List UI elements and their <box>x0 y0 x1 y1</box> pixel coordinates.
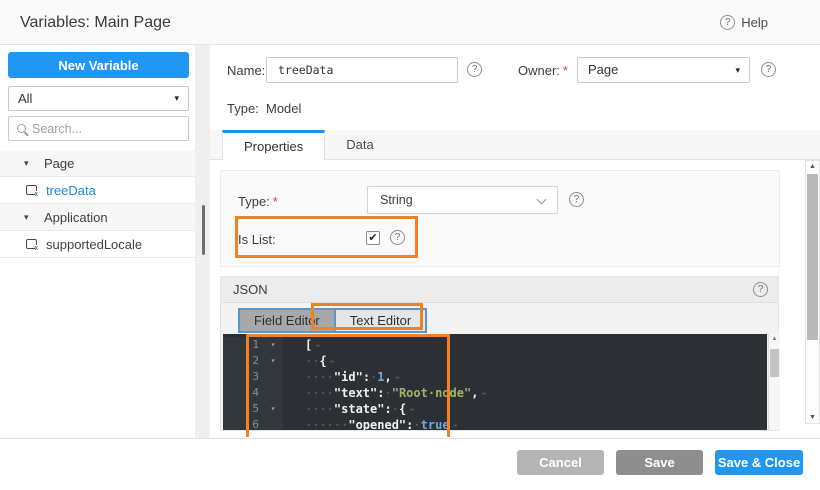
collapse-arrow-icon: ▾ <box>24 212 44 223</box>
variable-detail-pane: Name:* ? Owner:* Page ▾ ? Type: Model Pr… <box>210 45 820 438</box>
json-code-editor[interactable]: 1▾[-2▾··{-3····"id":·1,-4····"text":·"Ro… <box>223 334 767 430</box>
scroll-down-icon[interactable]: ▼ <box>806 414 819 421</box>
code-line-5[interactable]: 5▾····"state":·{- <box>223 401 767 417</box>
type-select-value: String <box>380 193 413 207</box>
code-line-2[interactable]: 2▾··{- <box>223 353 767 369</box>
properties-panel: Type:* String ? Is List: ✔ ? <box>220 170 780 267</box>
variable-icon <box>26 185 37 195</box>
title-bar: Variables: Main Page ? Help <box>0 0 820 45</box>
main-scrollbar-thumb[interactable] <box>807 174 818 340</box>
code-line-3[interactable]: 3 ····"id":·1,- <box>223 369 767 385</box>
code-line-6[interactable]: 6 ······"opened":·true- <box>223 417 767 430</box>
type-help-icon[interactable]: ? <box>569 192 584 207</box>
caret-down-icon: ▾ <box>735 58 740 82</box>
field-editor-button[interactable]: Field Editor <box>238 308 336 333</box>
line-number: 4 <box>223 385 263 401</box>
code-line-1[interactable]: 1▾[- <box>223 337 767 353</box>
type-label: Type: <box>227 101 259 116</box>
save-button[interactable]: Save <box>616 450 703 475</box>
line-number: 6 <box>223 417 263 430</box>
main-scrollbar[interactable]: ▲ ▼ <box>805 160 820 424</box>
owner-select-value: Page <box>588 62 618 77</box>
code-text: ····"state":·{- <box>283 402 415 416</box>
line-number: 1 <box>223 337 263 353</box>
required-marker: * <box>273 194 278 209</box>
line-number: 3 <box>223 369 263 385</box>
editor-scrollbar-thumb[interactable] <box>770 349 779 377</box>
collapse-arrow-icon: ▾ <box>24 158 44 169</box>
page-title: Variables: Main Page <box>20 0 171 45</box>
tree-item-label: treeData <box>46 183 96 198</box>
search-input[interactable] <box>32 122 193 136</box>
editor-mode-buttons: Field EditorText Editor <box>238 308 427 333</box>
code-text: ····"text":·"Root·node",- <box>283 386 488 400</box>
code-text: [- <box>283 338 321 352</box>
scroll-up-icon[interactable]: ▲ <box>806 163 819 170</box>
name-input[interactable] <box>266 57 458 83</box>
text-editor-button[interactable]: Text Editor <box>334 308 427 333</box>
search-icon <box>17 124 26 133</box>
search-box <box>8 116 189 141</box>
editor-scroll-up-icon[interactable]: ▲ <box>769 336 780 342</box>
code-text: ····"id":·1,- <box>283 370 401 384</box>
fold-spacer <box>263 417 283 430</box>
fold-spacer <box>263 385 283 401</box>
json-panel-header: JSON ? <box>221 277 778 303</box>
properties-scroll-area: Type:* String ? Is List: ✔ ? JSON ? Fiel… <box>210 160 820 438</box>
caret-down-icon: ▾ <box>174 87 179 110</box>
tree-item-label: supportedLocale <box>46 237 142 252</box>
tab-bar: PropertiesData <box>210 130 820 160</box>
owner-select[interactable]: Page ▾ <box>577 57 750 83</box>
type-select[interactable]: String <box>367 186 558 214</box>
code-text: ··{- <box>283 354 336 368</box>
tab-data[interactable]: Data <box>325 130 394 159</box>
variable-tree: ▾PagetreeData▾ApplicationsupportedLocale <box>0 150 195 258</box>
variables-dialog: Variables: Main Page ? Help New Variable… <box>0 0 820 490</box>
name-help-icon[interactable]: ? <box>467 62 482 77</box>
is-list-checkbox[interactable]: ✔ <box>366 231 380 245</box>
tree-item-label: Application <box>44 210 108 225</box>
owner-label: Owner:* <box>518 63 568 78</box>
tab-properties[interactable]: Properties <box>222 130 325 160</box>
is-list-help-icon[interactable]: ? <box>390 230 405 245</box>
tree-item-label: Page <box>44 156 74 171</box>
save-close-button[interactable]: Save & Close <box>715 450 803 475</box>
json-panel: JSON ? Field EditorText Editor 1▾[-2▾··{… <box>220 276 779 431</box>
chevron-down-icon <box>537 195 547 205</box>
footer-bar: Cancel Save Save & Close <box>0 438 820 490</box>
tree-variable-supportedlocale[interactable]: supportedLocale <box>0 231 195 258</box>
code-text: ······"opened":·true- <box>283 418 459 430</box>
json-panel-title: JSON <box>233 277 268 303</box>
is-list-label: Is List: <box>238 232 276 247</box>
property-type-label: Type:* <box>238 194 278 209</box>
tree-group-application[interactable]: ▾Application <box>0 204 195 231</box>
fold-arrow-icon[interactable]: ▾ <box>263 337 283 353</box>
required-marker: * <box>563 63 568 78</box>
filter-dropdown[interactable]: All ▾ <box>8 86 189 111</box>
help-button[interactable]: ? Help <box>720 15 768 30</box>
line-number: 5 <box>223 401 263 417</box>
line-number: 2 <box>223 353 263 369</box>
cancel-button[interactable]: Cancel <box>517 450 604 475</box>
variable-icon <box>26 239 37 249</box>
variables-sidebar: New Variable All ▾ ▾PagetreeData▾Applica… <box>0 45 195 438</box>
fold-arrow-icon[interactable]: ▾ <box>263 353 283 369</box>
fold-arrow-icon[interactable]: ▾ <box>263 401 283 417</box>
tree-variable-treedata[interactable]: treeData <box>0 177 195 204</box>
owner-help-icon[interactable]: ? <box>761 62 776 77</box>
filter-dropdown-value: All <box>18 91 32 106</box>
sidebar-scrollbar-thumb[interactable] <box>202 205 205 255</box>
type-value: Model <box>266 101 301 116</box>
fold-spacer <box>263 369 283 385</box>
new-variable-button[interactable]: New Variable <box>8 52 189 78</box>
editor-scrollbar[interactable]: ▲ <box>768 334 780 430</box>
code-line-4[interactable]: 4 ····"text":·"Root·node",- <box>223 385 767 401</box>
help-icon: ? <box>720 15 735 30</box>
json-help-icon[interactable]: ? <box>753 282 768 297</box>
help-label: Help <box>741 15 768 30</box>
tree-group-page[interactable]: ▾Page <box>0 150 195 177</box>
